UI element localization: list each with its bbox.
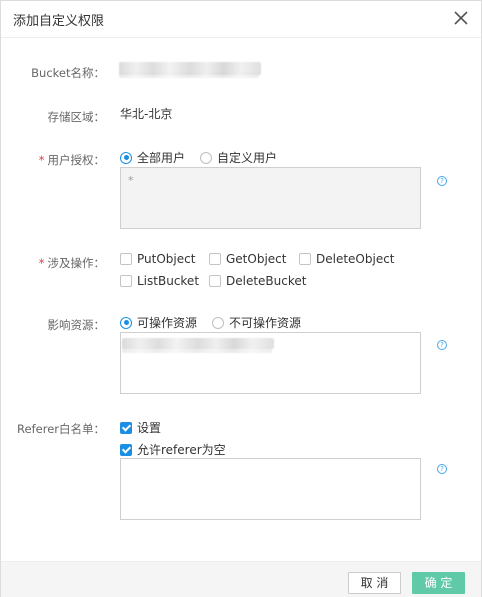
checkbox-putobject[interactable]: PutObject [120,252,195,266]
checkbox-allow-empty-referer[interactable]: 允许referer为空 [120,441,226,458]
checkbox-listbucket-label: ListBucket [137,274,200,288]
checkbox-referer-set-label: 设置 [137,421,162,435]
checkbox-listbucket[interactable]: ListBucket [120,274,199,288]
dialog-title: 添加自定义权限 [13,14,105,29]
radio-inoperable-resources-dot[interactable] [212,316,224,329]
radio-custom-users[interactable]: 自定义用户 [200,149,277,166]
bucket-name-value-redacted-2 [119,72,259,78]
checkbox-deleteobject[interactable]: DeleteObject [299,252,395,266]
confirm-button[interactable]: 确 定 [412,572,465,594]
add-custom-permission-dialog: 添加自定义权限 Bucket名称： 存储区域： 华北-北京 * 用户授权： 全部用… [0,0,482,597]
checkbox-allow-empty-referer-box[interactable] [120,443,132,456]
radio-custom-users-label: 自定义用户 [217,151,278,165]
checkbox-deleteobject-box[interactable] [299,253,311,265]
checkbox-deleteobject-label: DeleteObject [316,252,395,266]
required-mark: * [38,256,45,270]
operations-label-text: 涉及操作： [47,256,106,270]
checkbox-referer-set[interactable]: 设置 [120,419,161,436]
region-value: 华北-北京 [120,107,173,121]
checkbox-putobject-label: PutObject [137,252,196,266]
user-auth-label-text: 用户授权： [47,153,106,167]
checkbox-putobject-box[interactable] [120,253,132,265]
checkbox-deletebucket-label: DeleteBucket [226,274,307,288]
checkbox-getobject-box[interactable] [209,253,221,265]
radio-all-users-label: 全部用户 [137,151,186,165]
radio-operable-resources-dot[interactable] [120,316,132,329]
radio-all-users[interactable]: 全部用户 [120,149,185,166]
user-auth-textarea[interactable]: * [120,167,421,229]
user-auth-textarea-value: * [128,174,134,187]
checkbox-deletebucket[interactable]: DeleteBucket [209,274,306,288]
radio-inoperable-resources-label: 不可操作资源 [229,316,302,330]
cancel-button[interactable]: 取 消 [348,572,401,594]
help-icon[interactable]: ? [437,176,447,186]
radio-all-users-dot[interactable] [120,151,132,164]
operations-label: * 涉及操作： [15,255,105,271]
checkbox-getobject[interactable]: GetObject [209,252,286,266]
checkbox-getobject-label: GetObject [226,252,287,266]
checkbox-deletebucket-box[interactable] [209,275,221,287]
referer-label: Referer白名单： [17,422,105,436]
bucket-name-label: Bucket名称： [31,66,105,80]
region-label: 存储区域： [47,110,106,124]
required-mark: * [38,153,45,167]
resources-label: 影响资源： [47,318,106,332]
radio-operable-resources[interactable]: 可操作资源 [120,314,197,331]
dialog-footer: 取 消 确 定 [1,561,481,597]
radio-operable-resources-label: 可操作资源 [137,316,198,330]
checkbox-listbucket-box[interactable] [120,275,132,287]
checkbox-referer-set-box[interactable] [120,421,132,434]
user-auth-label: * 用户授权： [15,152,105,168]
close-icon[interactable] [451,8,471,28]
referer-textarea[interactable] [120,458,421,520]
checkbox-allow-empty-referer-label: 允许referer为空 [137,443,226,457]
radio-inoperable-resources[interactable]: 不可操作资源 [212,314,301,331]
radio-custom-users-dot[interactable] [200,151,212,164]
help-icon[interactable]: ? [437,464,447,474]
dialog-header: 添加自定义权限 [1,1,481,38]
help-icon[interactable]: ? [437,340,447,350]
resources-value-redacted-2 [122,348,272,353]
